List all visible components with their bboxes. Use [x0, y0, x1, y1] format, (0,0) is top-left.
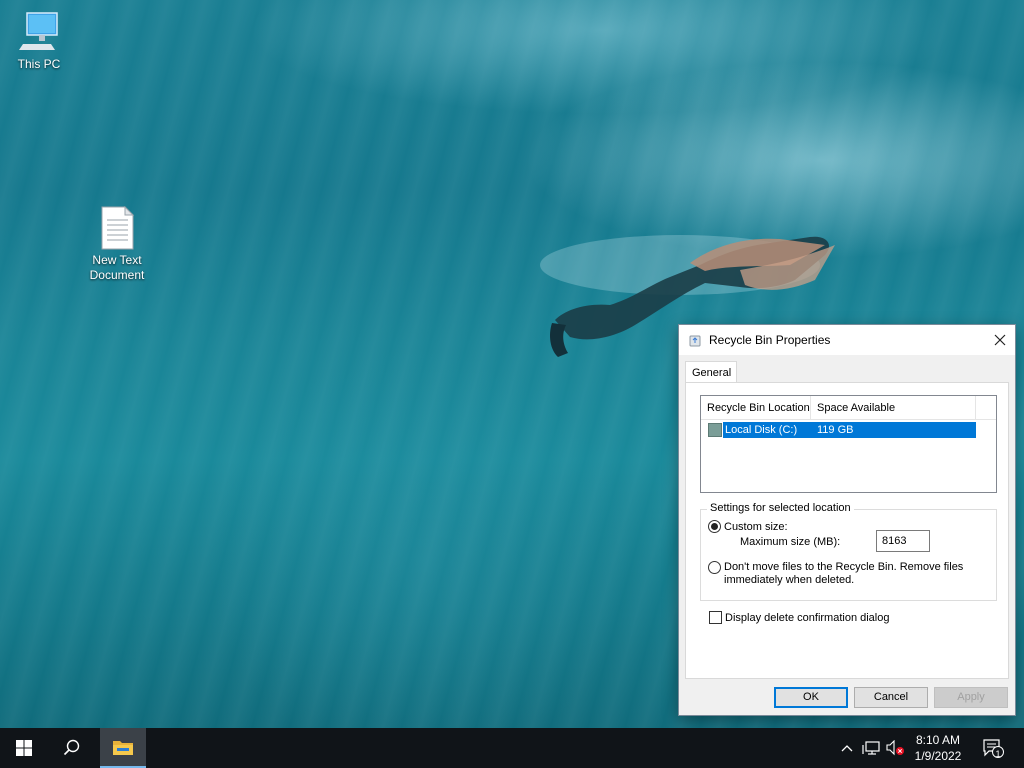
- recycle-bin-icon: [689, 335, 701, 347]
- custom-size-label: Custom size:: [724, 521, 788, 533]
- notification-count: 1: [995, 749, 1001, 759]
- close-icon: [994, 334, 1006, 346]
- computer-monitor-icon: [19, 12, 58, 50]
- taskbar-clock[interactable]: 8:10 AM 1/9/2022: [905, 732, 971, 764]
- dont-move-files-radio[interactable]: [708, 561, 721, 574]
- volume-muted-icon: [886, 740, 904, 756]
- cancel-button[interactable]: Cancel: [854, 687, 928, 708]
- dont-move-files-label-line1: Don't move files to the Recycle Bin. Rem…: [724, 561, 964, 573]
- text-document-icon: [101, 206, 135, 250]
- ok-button[interactable]: OK: [774, 687, 848, 708]
- settings-group-label: Settings for selected location: [707, 502, 854, 514]
- close-button[interactable]: [985, 325, 1015, 355]
- recycle-bin-properties-dialog: Recycle Bin Properties General Recycle B…: [678, 324, 1016, 716]
- recycle-bin-location-list[interactable]: Recycle Bin Location Space Available Loc…: [700, 395, 997, 493]
- dialog-titlebar[interactable]: Recycle Bin Properties: [679, 325, 1015, 355]
- desktop-icon-this-pc[interactable]: This PC: [1, 10, 77, 72]
- drive-icon: [708, 423, 722, 437]
- search-button[interactable]: [48, 728, 96, 768]
- action-center-button[interactable]: 1: [980, 728, 1006, 768]
- settings-group: Settings for selected location Custom si…: [700, 502, 997, 601]
- file-explorer-taskbar-button[interactable]: [100, 728, 146, 768]
- file-explorer-icon: [113, 741, 133, 755]
- general-tab-panel: Recycle Bin Location Space Available Loc…: [685, 382, 1009, 679]
- delete-confirmation-label: Display delete confirmation dialog: [725, 612, 890, 624]
- tab-general[interactable]: General: [685, 361, 737, 383]
- network-tray-button[interactable]: [860, 728, 882, 768]
- custom-size-radio[interactable]: [708, 520, 721, 533]
- list-item[interactable]: Local Disk (C:) 119 GB: [708, 422, 976, 438]
- apply-button[interactable]: Apply: [934, 687, 1008, 708]
- search-icon: [63, 739, 80, 756]
- desktop-icon-label: This PC: [17, 57, 61, 71]
- network-icon: [862, 741, 880, 755]
- dont-move-files-label-line2: immediately when deleted.: [724, 574, 855, 586]
- dialog-title: Recycle Bin Properties: [709, 333, 831, 347]
- windows-start-icon: [16, 740, 32, 756]
- desktop-icon-new-text-document[interactable]: New Text Document: [79, 206, 155, 283]
- row-space: 119 GB: [817, 424, 854, 436]
- max-size-input[interactable]: 8163: [876, 530, 930, 552]
- show-hidden-icons-button[interactable]: [838, 728, 856, 768]
- volume-tray-button[interactable]: [884, 728, 906, 768]
- start-button[interactable]: [0, 728, 48, 768]
- clock-date: 1/9/2022: [914, 749, 962, 763]
- taskbar: 8:10 AM 1/9/2022 1: [0, 728, 1024, 768]
- list-header: Recycle Bin Location Space Available: [701, 396, 996, 420]
- column-header-location[interactable]: Recycle Bin Location: [701, 396, 811, 420]
- desktop-icon-label: New Text Document: [89, 253, 145, 282]
- chevron-up-icon: [841, 745, 853, 752]
- clock-time: 8:10 AM: [915, 733, 961, 747]
- delete-confirmation-checkbox[interactable]: [709, 611, 722, 624]
- selected-row-highlight: Local Disk (C:) 119 GB: [723, 422, 976, 438]
- row-location: Local Disk (C:): [725, 424, 798, 436]
- column-header-space[interactable]: Space Available: [811, 396, 976, 420]
- max-size-label: Maximum size (MB):: [740, 536, 841, 548]
